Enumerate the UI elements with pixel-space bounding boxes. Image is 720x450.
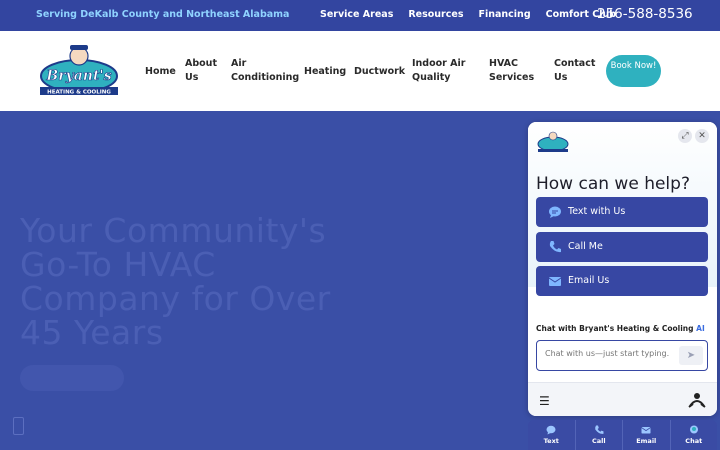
nav-home[interactable]: Home <box>145 65 176 79</box>
help-heading: How can we help? <box>536 174 690 194</box>
svg-text:HEATING & COOLING: HEATING & COOLING <box>47 90 111 96</box>
hero-title: Your Community's Go-To HVAC Company for … <box>20 211 331 352</box>
book-now-button[interactable]: Book Now! <box>606 55 661 87</box>
top-link-financing[interactable]: Financing <box>478 9 530 20</box>
tab-text[interactable]: Text <box>528 420 576 450</box>
close-icon[interactable]: ✕ <box>695 129 709 143</box>
expand-icon[interactable]: ⤢ <box>678 129 692 143</box>
svg-text:Bryant's: Bryant's <box>45 68 111 84</box>
tab-chat[interactable]: Chat <box>671 420 718 450</box>
nav-about-us[interactable]: About Us <box>185 57 221 85</box>
text-with-us-button[interactable]: Text with Us <box>536 197 708 227</box>
top-link-resources[interactable]: Resources <box>408 9 463 20</box>
phone-number-link[interactable]: 256-588-8536 <box>597 6 693 22</box>
chat-with-text: Chat with Bryant's Heating & Cooling <box>536 324 694 333</box>
top-links: Service Areas Resources Financing Comfor… <box>320 9 616 20</box>
tab-call[interactable]: Call <box>576 420 623 450</box>
tab-call-label: Call <box>591 437 606 445</box>
nav-air-conditioning[interactable]: Air Conditioning <box>231 57 299 85</box>
service-area-tagline: Serving DeKalb County and Northeast Alab… <box>36 9 290 20</box>
hamburger-menu-icon[interactable]: ☰ <box>539 394 550 408</box>
chat-widget: ⤢ ✕ How can we help? Text with Us Call M… <box>528 122 717 416</box>
mobile-device-icon[interactable] <box>13 417 24 435</box>
chat-bubble-icon <box>546 425 556 435</box>
nav-indoor-air-quality[interactable]: Indoor Air Quality <box>412 57 478 85</box>
chat-with-label: Chat with Bryant's Heating & Cooling AI <box>536 324 705 333</box>
email-us-label: Email Us <box>568 275 610 286</box>
main-header: Bryant's HEATING & COOLING Home About Us… <box>0 31 720 111</box>
chat-input-box: ➤ <box>536 340 708 371</box>
bot-icon <box>689 425 698 434</box>
email-us-button[interactable]: Email Us <box>536 266 708 296</box>
text-with-us-label: Text with Us <box>568 206 626 217</box>
top-link-service-areas[interactable]: Service Areas <box>320 9 393 20</box>
bot-icon[interactable] <box>687 390 707 410</box>
chat-bubble-icon <box>549 206 561 218</box>
chat-input[interactable] <box>545 349 673 358</box>
widget-logo-icon <box>537 131 569 152</box>
tab-text-label: Text <box>543 437 559 445</box>
nav-ductwork[interactable]: Ductwork <box>354 65 405 79</box>
contact-tab-bar: Text Call Email Chat <box>528 420 717 450</box>
nav-hvac-services[interactable]: HVAC Services <box>489 57 539 85</box>
tab-chat-label: Chat <box>685 437 703 445</box>
widget-footer: ☰ <box>528 382 717 416</box>
mail-icon <box>548 277 562 286</box>
hero-cta-button[interactable] <box>20 365 124 391</box>
call-me-button[interactable]: Call Me <box>536 232 708 262</box>
ai-badge: AI <box>696 324 705 333</box>
phone-icon <box>594 425 604 434</box>
widget-header: ⤢ ✕ How can we help? Text with Us Call M… <box>528 122 717 296</box>
bryants-logo[interactable]: Bryant's HEATING & COOLING <box>38 42 120 98</box>
tab-email-label: Email <box>636 437 657 445</box>
nav-contact-us[interactable]: Contact Us <box>554 57 598 85</box>
send-icon[interactable]: ➤ <box>679 346 703 365</box>
call-me-label: Call Me <box>568 241 603 252</box>
mail-icon <box>641 427 651 434</box>
nav-heating[interactable]: Heating <box>304 65 346 79</box>
phone-icon <box>549 241 561 253</box>
top-bar: Serving DeKalb County and Northeast Alab… <box>0 0 720 31</box>
tab-email[interactable]: Email <box>623 420 671 450</box>
